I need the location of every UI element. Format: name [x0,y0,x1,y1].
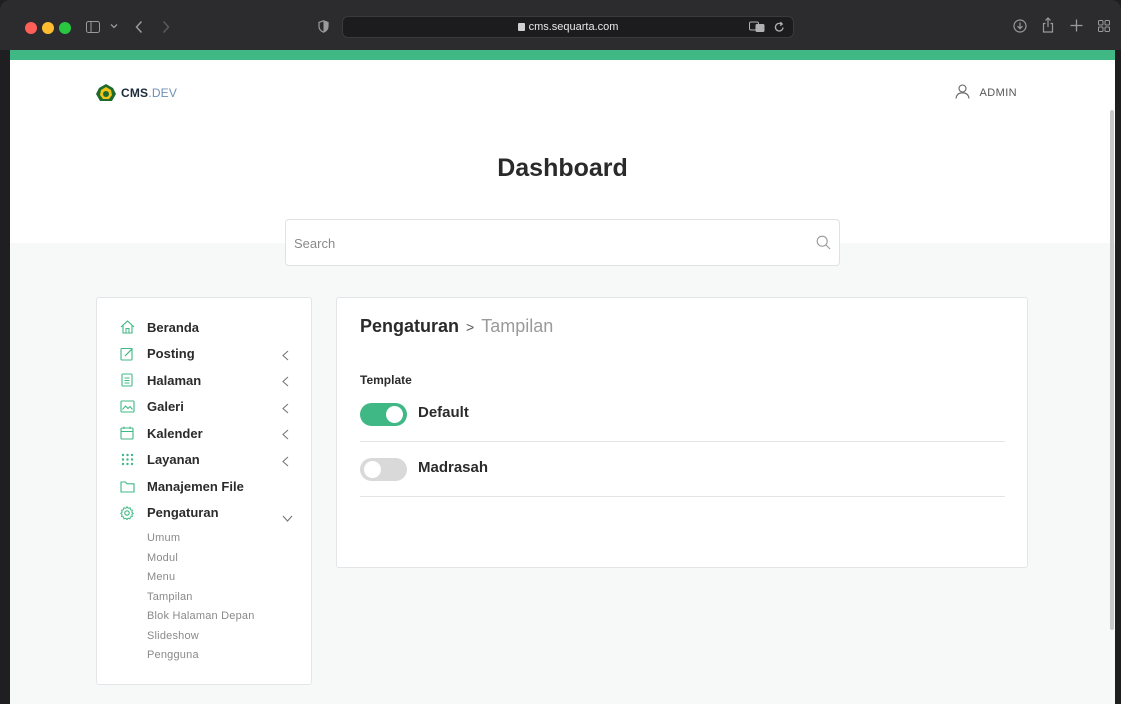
chevron-left-icon [282,454,289,472]
share-icon[interactable] [1042,17,1054,33]
madrasah-template-toggle[interactable] [360,458,407,481]
back-icon[interactable] [135,20,143,34]
chevron-down-icon[interactable] [110,22,118,30]
site-logo[interactable]: CMS.DEV [96,84,177,102]
sidebar-item-posting[interactable]: Posting [119,341,289,368]
submenu-item-tampilan[interactable]: Tampilan [147,588,255,608]
user-icon [955,84,970,102]
search-icon[interactable] [816,235,831,255]
reload-icon[interactable] [774,21,785,33]
submenu-item-modul[interactable]: Modul [147,549,255,569]
edit-icon [119,346,135,362]
chevron-left-icon [282,427,289,445]
toggle-knob [386,406,403,423]
submenu-item-umum[interactable]: Umum [147,529,255,549]
home-icon [119,319,135,335]
submenu-item-slideshow[interactable]: Slideshow [147,627,255,647]
sidebar-item-galeri[interactable]: Galeri [119,394,289,421]
logo-emblem-icon [96,84,116,102]
zoom-window-button[interactable] [59,22,71,34]
sidebar-nav: Beranda Posting Halaman Galeri Kalender … [96,297,312,685]
logo-text: CMS.DEV [121,86,178,100]
search-box [285,219,840,266]
user-name: ADMIN [979,87,1017,99]
image-icon [119,399,135,415]
web-page: CMS.DEV ADMIN Dashboard Beranda [10,50,1115,704]
sidebar-item-beranda[interactable]: Beranda [119,314,289,341]
chevron-left-icon [282,348,289,366]
breadcrumb-tampilan: Tampilan [481,316,554,336]
search-input[interactable] [294,232,794,254]
sidebar-item-layanan[interactable]: Layanan [119,447,289,474]
sidebar-item-manajemen-file[interactable]: Manajemen File [119,473,289,500]
user-menu[interactable]: ADMIN [955,84,1017,102]
sidebar-toggle-icon[interactable] [86,21,100,33]
new-tab-icon[interactable] [1070,19,1083,32]
option-label: Madrasah [418,459,489,476]
submenu-item-menu[interactable]: Menu [147,568,255,588]
pengaturan-submenu: Umum Modul Menu Tampilan Blok Halaman De… [147,529,255,666]
address-bar[interactable]: cms.sequarta.com [342,16,794,38]
breadcrumb: Pengaturan > Tampilan [360,316,553,337]
page-scrollbar[interactable] [1109,110,1115,670]
minimize-window-button[interactable] [42,22,54,34]
translate-icon[interactable] [749,21,765,33]
scrollbar-thumb[interactable] [1110,110,1114,630]
default-template-toggle[interactable] [360,403,407,426]
chevron-left-icon [282,374,289,392]
template-section-label: Template [360,373,412,387]
breadcrumb-pengaturan[interactable]: Pengaturan [360,316,459,337]
privacy-shield-icon[interactable] [318,20,329,33]
sidebar-item-pengaturan[interactable]: Pengaturan [119,500,293,527]
toggle-knob [364,461,381,478]
sidebar-item-kalender[interactable]: Kalender [119,420,289,447]
gear-icon [119,505,135,521]
submenu-item-blok-halaman-depan[interactable]: Blok Halaman Depan [147,607,255,627]
url-text: cms.sequarta.com [343,21,793,33]
downloads-icon[interactable] [1013,19,1027,33]
calendar-icon [119,425,135,441]
template-option-default: Default [360,387,1005,442]
folder-icon [119,478,135,494]
grid-icon [119,452,135,468]
tab-overview-icon[interactable] [1098,20,1110,32]
chevron-left-icon [282,401,289,419]
option-label: Default [418,404,469,421]
breadcrumb-separator: > [466,319,475,335]
sidebar-item-halaman[interactable]: Halaman [119,367,289,394]
lock-icon [517,23,525,31]
accent-strip [10,50,1115,60]
chevron-down-icon [282,509,293,527]
document-icon [119,372,135,388]
settings-card: Pengaturan > Tampilan Template Default M… [336,297,1028,568]
close-window-button[interactable] [25,22,37,34]
submenu-item-pengguna[interactable]: Pengguna [147,646,255,666]
page-title: Dashboard [497,154,628,182]
browser-toolbar: cms.sequarta.com [0,0,1121,50]
forward-icon[interactable] [162,20,170,34]
template-option-madrasah: Madrasah [360,442,1005,497]
